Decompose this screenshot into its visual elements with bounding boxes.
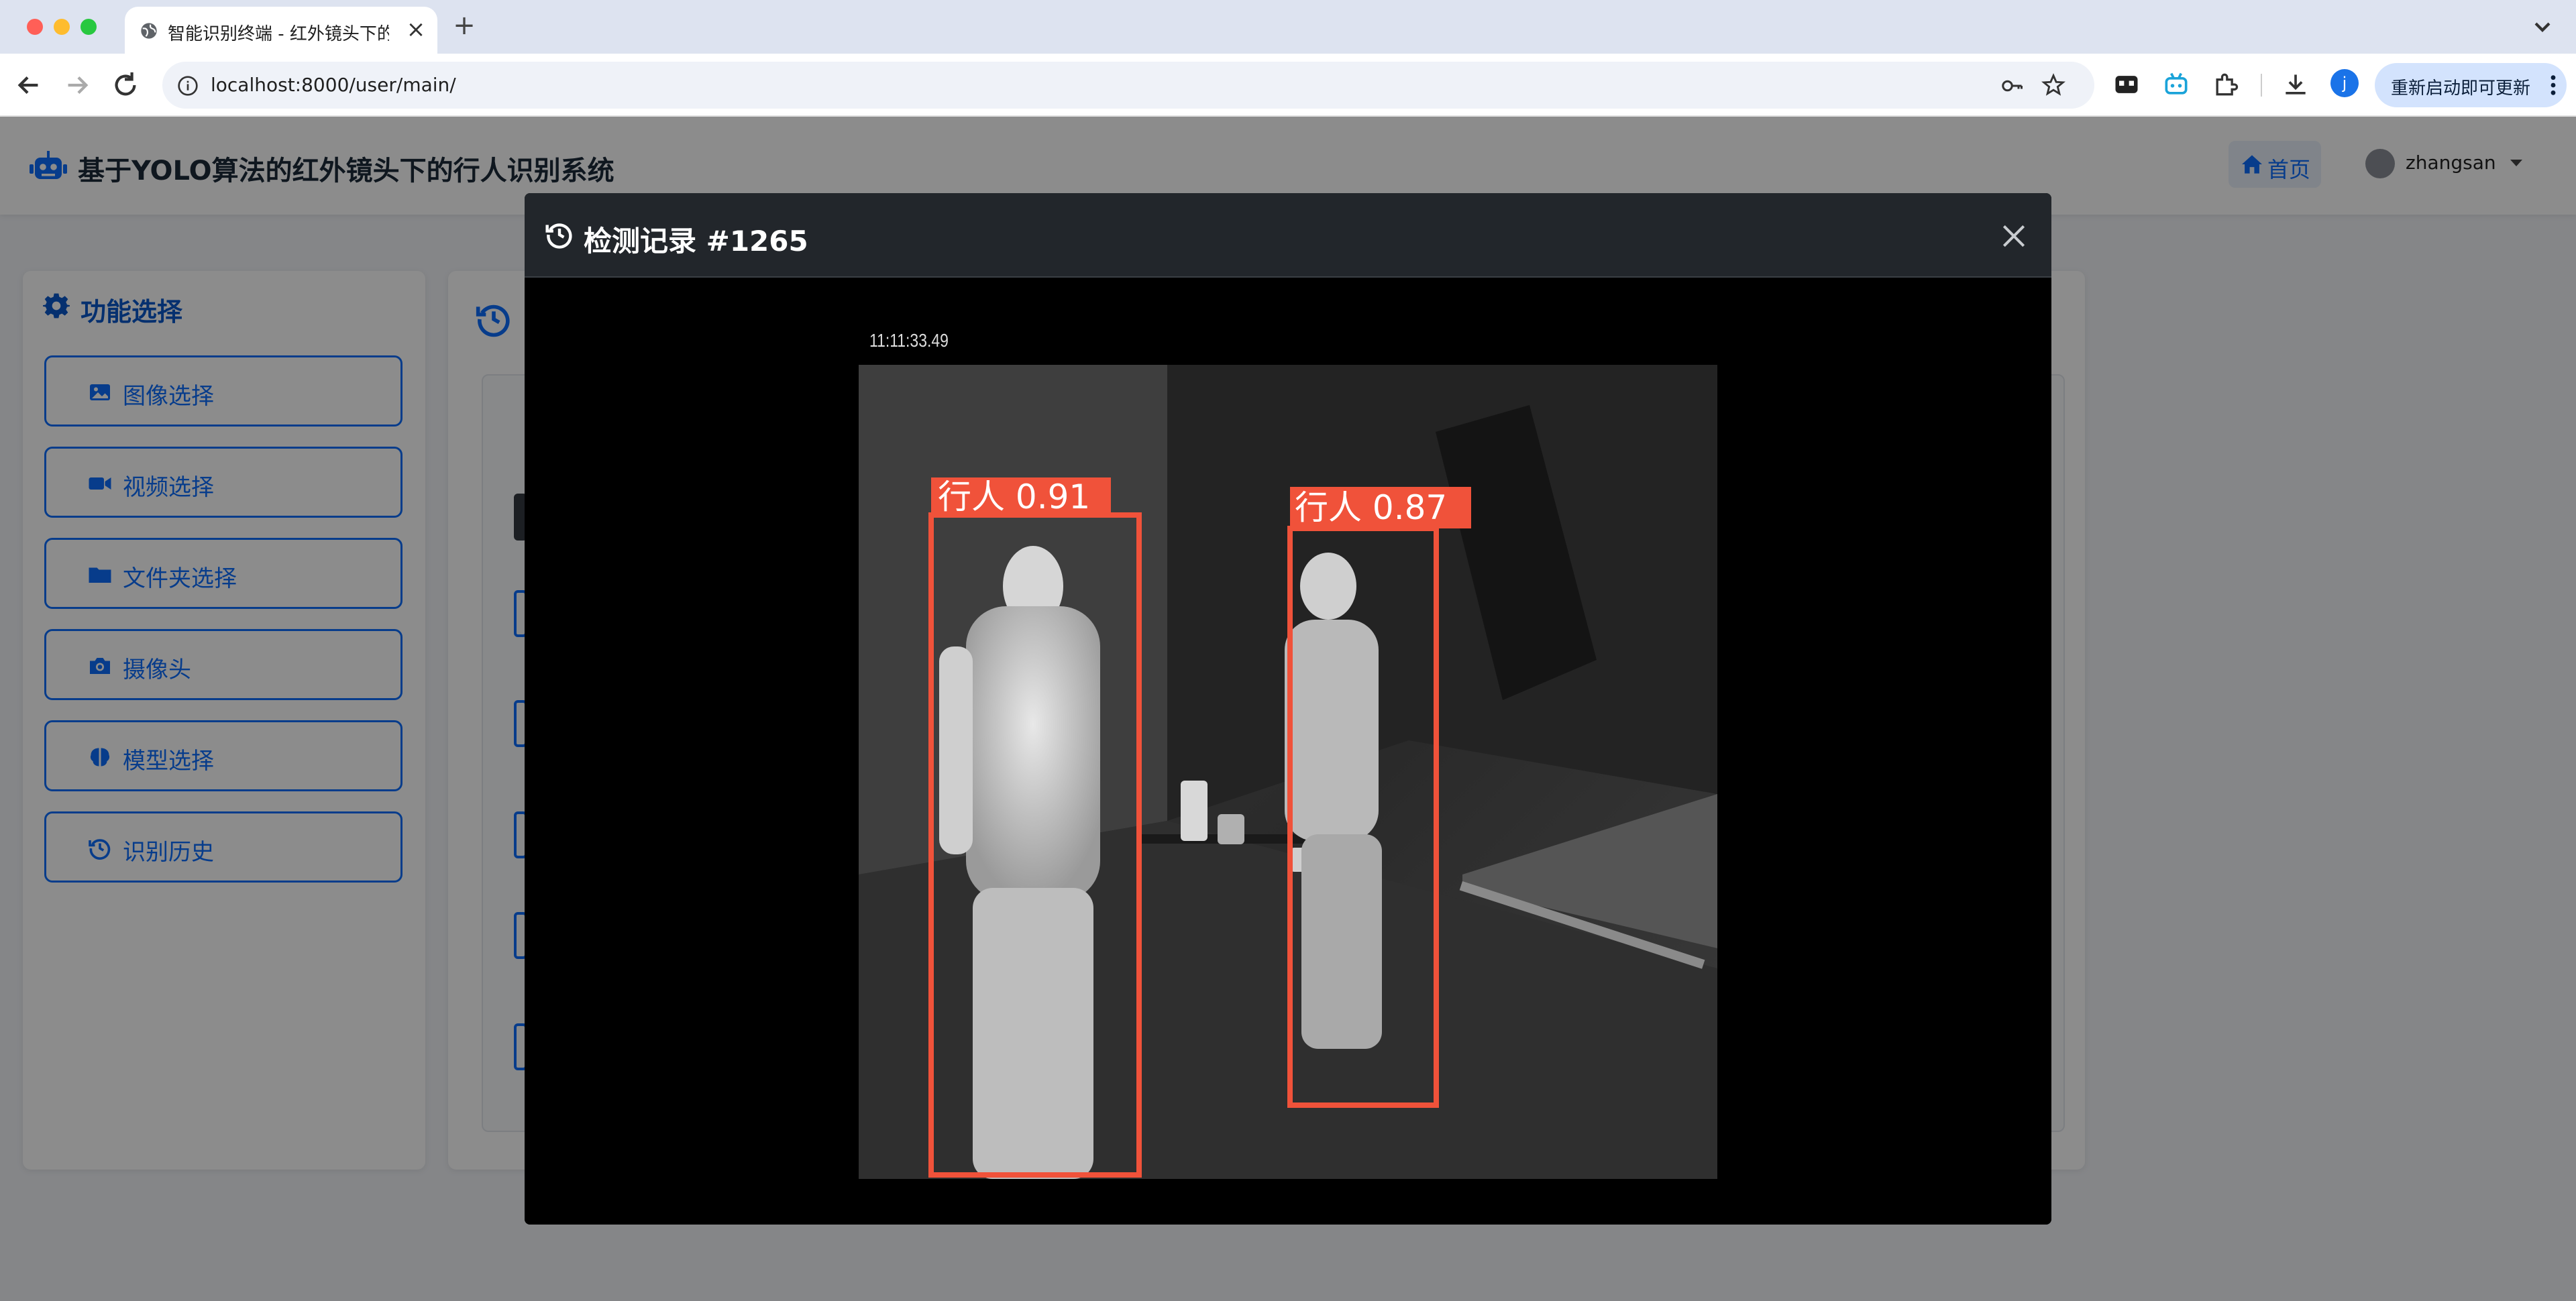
window-zoom-button[interactable] (80, 19, 97, 35)
update-button[interactable]: 重新启动即可更新 (2375, 63, 2567, 107)
tab-title: 智能识别终端 - 红外镜头下的行 (168, 24, 389, 44)
extension-game-icon[interactable] (2112, 70, 2141, 99)
tab-search-chevron-icon[interactable] (2529, 13, 2556, 40)
more-vertical-icon (2551, 75, 2556, 95)
forward-arrow-icon[interactable] (62, 70, 93, 101)
extension-robot-icon[interactable] (2161, 70, 2191, 99)
toolbar-divider (2261, 74, 2262, 97)
thermal-object (1181, 781, 1208, 841)
site-info-icon[interactable] (177, 75, 199, 97)
browser-toolbar: localhost:8000/user/main/ j 重新启动即可更新 (0, 54, 2576, 117)
globe-icon (141, 23, 157, 39)
extensions-puzzle-icon[interactable] (2211, 70, 2241, 99)
download-icon[interactable] (2281, 70, 2310, 99)
window-close-button[interactable] (27, 19, 43, 35)
browser-tab-strip: 智能识别终端 - 红外镜头下的行 × + (0, 0, 2576, 54)
url-text[interactable]: localhost:8000/user/main/ (211, 74, 456, 96)
reload-icon[interactable] (110, 70, 141, 101)
browser-tab-active[interactable]: 智能识别终端 - 红外镜头下的行 × (125, 7, 437, 54)
frame-timestamp: 11:11:33.49 (869, 330, 949, 351)
thermal-cup (1218, 814, 1244, 844)
tab-close-icon[interactable]: × (404, 17, 428, 42)
profile-avatar[interactable]: j (2330, 69, 2359, 97)
window-minimize-button[interactable] (54, 19, 70, 35)
history-icon (545, 223, 572, 249)
modal-title: 检测记录 #1265 (584, 225, 808, 258)
back-arrow-icon[interactable] (13, 70, 44, 101)
detection-label-1: 行人 0.91 (938, 477, 1090, 516)
modal-header: 检测记录 #1265 (525, 193, 2051, 278)
address-bar[interactable]: localhost:8000/user/main/ (162, 62, 2094, 109)
bookmark-star-icon[interactable] (2041, 72, 2066, 98)
new-tab-button[interactable]: + (451, 12, 478, 39)
password-key-icon[interactable] (2000, 74, 2025, 98)
detection-label-2: 行人 0.87 (1295, 488, 1447, 527)
detection-result-image: 行人 0.91 行人 0.87 (859, 365, 1717, 1179)
thermal-frame-svg: 行人 0.91 行人 0.87 (859, 365, 1717, 1179)
close-icon[interactable] (1999, 221, 2029, 251)
update-label: 重新启动即可更新 (2391, 78, 2531, 99)
